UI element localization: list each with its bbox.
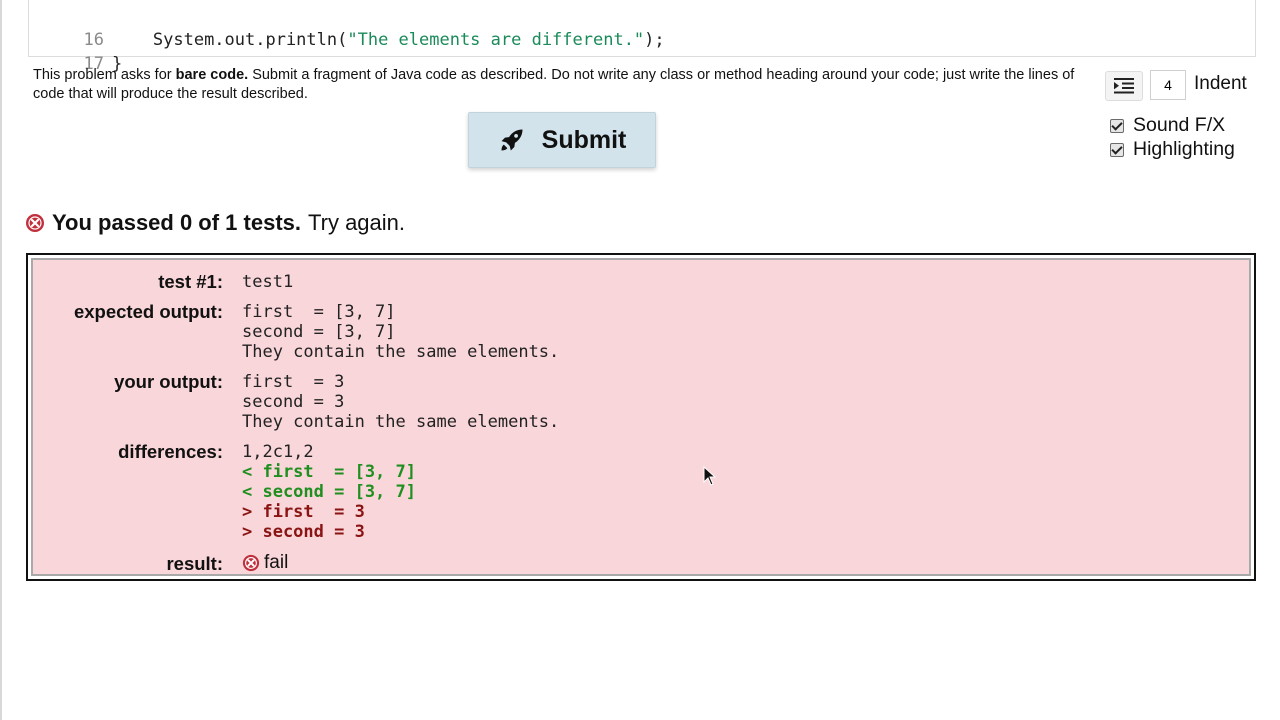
expected-line: They contain the same elements. [242,342,560,362]
sound-fx-toggle[interactable]: Sound F/X [1110,114,1225,137]
code-text: ); [644,30,665,50]
sound-fx-label: Sound F/X [1133,114,1226,136]
indent-size-input[interactable] [1150,70,1186,100]
indent-icon [1114,78,1134,94]
diff-removed-line: < first = [3, 7] [242,462,416,482]
test-number-label: test #1: [158,271,223,292]
code-line-17[interactable]: 17} [29,28,122,74]
your-output: first = 3 second = 3 They contain the same… [242,372,559,432]
status-summary: You passed 0 of 1 tests. [52,210,302,235]
submit-button[interactable]: Submit [468,112,656,168]
test-result-panel: test #1: test1 expected output: first = … [26,253,1256,581]
test-name: test1 [242,272,294,292]
expected-output-label: expected output: [73,301,223,322]
result-text: fail [264,552,289,573]
code-string: "The elements are different." [347,30,645,50]
output-line: second = 3 [242,392,345,412]
diff-header: 1,2c1,2 [242,442,314,462]
instructions-bold: bare code. [175,67,249,83]
indent-button[interactable] [1105,71,1143,101]
sound-fx-checkbox[interactable] [1110,118,1124,133]
highlighting-checkbox[interactable] [1110,142,1124,157]
output-line: They contain the same elements. [242,412,560,432]
diff-added-line: > second = 3 [242,522,365,542]
differences-label: differences: [118,441,223,462]
output-line: first = 3 [242,372,345,392]
problem-instructions: This problem asks for bare code. Submit … [33,66,1093,104]
test-status: You passed 0 of 1 tests. Try again. [25,210,405,236]
highlighting-label: Highlighting [1133,138,1235,160]
result-label: result: [166,553,223,574]
rocket-icon [501,129,523,151]
your-output-label: your output: [114,371,223,392]
diff-added-line: > first = 3 [242,502,365,522]
diff-removed-line: < second = [3, 7] [242,482,416,502]
indent-label: Indent [1194,73,1247,94]
result-value: fail [242,552,288,574]
expected-line: first = [3, 7] [242,302,396,322]
code-line-16[interactable]: 16 System.out.println("The elements are … [29,4,664,50]
fail-icon [242,554,260,572]
expected-line: second = [3, 7] [242,322,396,342]
code-text: System.out.println( [111,30,348,50]
highlighting-toggle[interactable]: Highlighting [1110,138,1235,161]
instructions-text: This problem asks for [33,67,176,83]
mouse-cursor-icon [703,466,717,486]
submit-label: Submit [541,125,627,154]
expected-output: first = [3, 7] second = [3, 7] They contai… [242,302,559,362]
differences-output: 1,2c1,2 < first = [3, 7] < second = [3, 7]… [242,442,416,542]
status-hint: Try again. [308,210,406,235]
test-result-body: test #1: test1 expected output: first = … [31,258,1251,576]
code-editor[interactable]: 16 System.out.println("The elements are … [28,0,1256,74]
page-left-border [0,0,2,720]
fail-icon [26,214,44,232]
